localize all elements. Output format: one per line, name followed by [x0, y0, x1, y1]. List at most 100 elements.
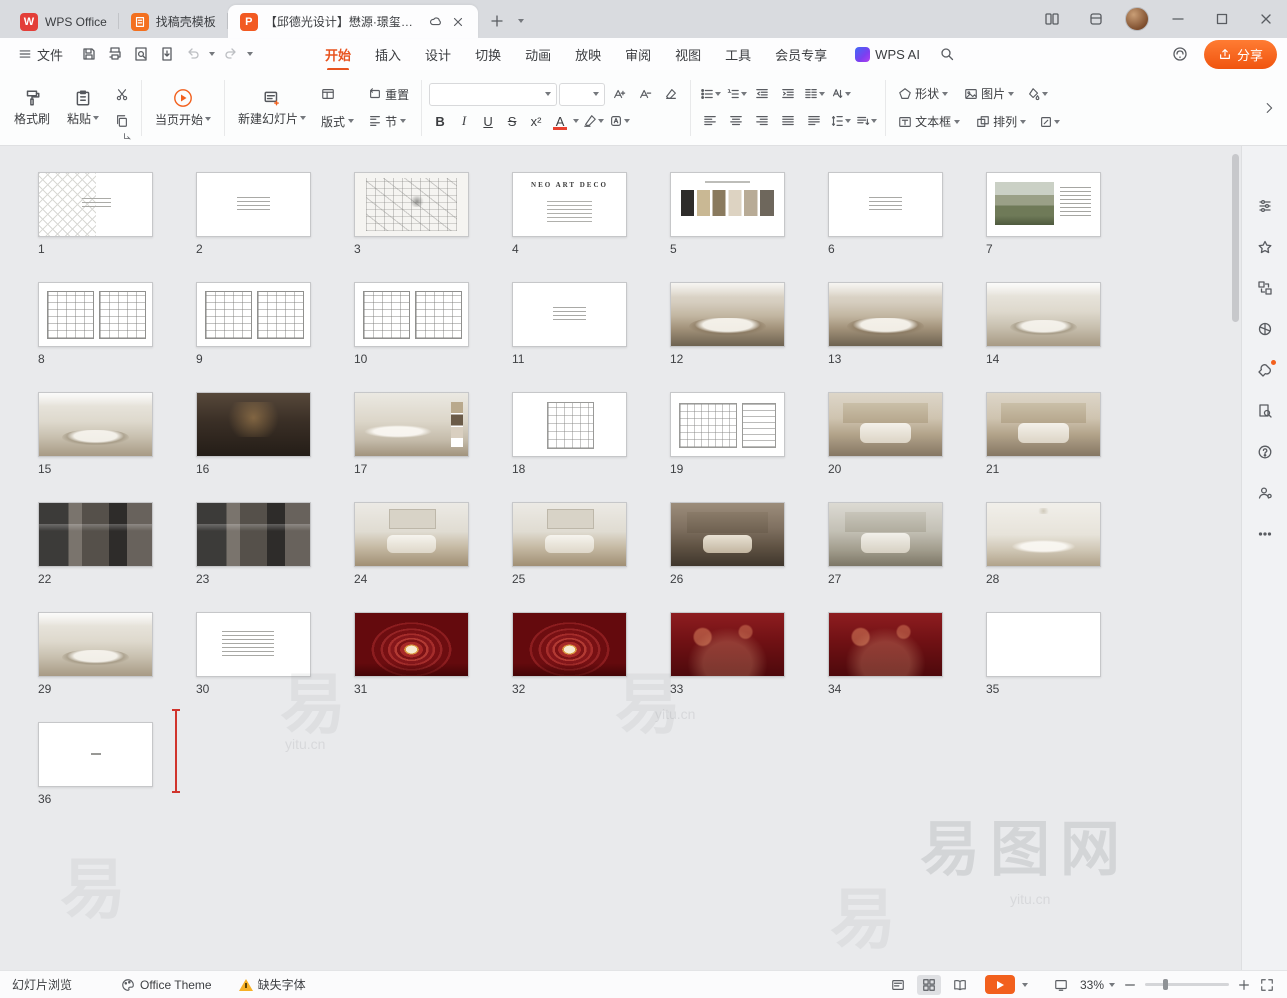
slide-cell[interactable]: 15: [38, 392, 153, 476]
slide-thumbnail[interactable]: [512, 392, 627, 457]
slide-cell[interactable]: 20: [828, 392, 943, 476]
slide-thumbnail[interactable]: [670, 172, 785, 237]
slide-thumbnail[interactable]: [196, 282, 311, 347]
textbox-button[interactable]: 文本框: [893, 110, 965, 134]
smart-tools-icon[interactable]: [1251, 358, 1279, 382]
close-tab-icon[interactable]: [450, 14, 466, 30]
theme-indicator[interactable]: Office Theme: [121, 978, 212, 992]
slide-sorter-canvas[interactable]: 123NEO ART DECO4567891011121314151617181…: [0, 146, 1241, 970]
paste-button[interactable]: 粘贴: [60, 78, 106, 138]
slide-thumbnail[interactable]: [38, 612, 153, 677]
cut-button[interactable]: [110, 83, 134, 106]
tab-slideshow[interactable]: 放映: [565, 40, 611, 69]
slide-thumbnail[interactable]: [354, 172, 469, 237]
slide-thumbnail[interactable]: [670, 282, 785, 347]
slide-thumbnail[interactable]: [354, 392, 469, 457]
new-tab-button[interactable]: [484, 8, 510, 34]
workspace-icon[interactable]: [1081, 4, 1111, 34]
help-icon[interactable]: [1251, 440, 1279, 464]
slide-cell[interactable]: 23: [196, 502, 311, 586]
justify-button[interactable]: [776, 110, 800, 133]
slide-cell[interactable]: 33: [670, 612, 785, 696]
zoom-in-button[interactable]: [1236, 977, 1252, 993]
tab-animations[interactable]: 动画: [515, 40, 561, 69]
slide-cell[interactable]: 25: [512, 502, 627, 586]
slide-thumbnail[interactable]: [986, 172, 1101, 237]
close-window-button[interactable]: [1251, 4, 1281, 34]
slide-layout-icon-button[interactable]: [316, 82, 359, 106]
increase-indent-button[interactable]: [776, 83, 800, 106]
new-slide-button[interactable]: 新建幻灯片: [232, 78, 312, 138]
slide-thumbnail[interactable]: [986, 392, 1101, 457]
slide-thumbnail[interactable]: [38, 502, 153, 567]
align-center-button[interactable]: [724, 110, 748, 133]
slide-thumbnail[interactable]: [670, 612, 785, 677]
slide-cell[interactable]: 10: [354, 282, 469, 366]
slide-thumbnail[interactable]: [670, 502, 785, 567]
redo-button[interactable]: [219, 42, 243, 66]
slide-thumbnail[interactable]: [354, 612, 469, 677]
maximize-button[interactable]: [1207, 4, 1237, 34]
font-color-button[interactable]: A: [549, 110, 571, 133]
vertical-scrollbar[interactable]: [1230, 148, 1240, 968]
zoom-out-button[interactable]: [1122, 977, 1138, 993]
play-from-current-button[interactable]: 当页开始: [149, 78, 217, 138]
slide-cell[interactable]: 21: [986, 392, 1101, 476]
ribbon-expand-button[interactable]: [1259, 88, 1279, 128]
superscript-button[interactable]: x²: [525, 110, 547, 133]
slide-cell[interactable]: 35: [986, 612, 1101, 696]
slide-thumbnail[interactable]: [512, 612, 627, 677]
strikethrough-button[interactable]: S: [501, 110, 523, 133]
slide-cell[interactable]: NEO ART DECO4: [512, 172, 627, 256]
slide-cell[interactable]: 18: [512, 392, 627, 476]
slide-thumbnail[interactable]: [196, 502, 311, 567]
wps-ai-button[interactable]: WPS AI: [847, 43, 928, 66]
slide-thumbnail[interactable]: [196, 172, 311, 237]
reset-button[interactable]: 重置: [363, 82, 414, 106]
slide-cell[interactable]: 8: [38, 282, 153, 366]
tab-tools[interactable]: 工具: [715, 40, 761, 69]
normal-view-button[interactable]: [886, 975, 910, 995]
slide-cell[interactable]: 32: [512, 612, 627, 696]
slide-thumbnail[interactable]: [828, 612, 943, 677]
slide-cell[interactable]: 22: [38, 502, 153, 586]
document-tab-template[interactable]: 找稿壳模板: [119, 5, 228, 38]
slide-thumbnail[interactable]: [986, 612, 1101, 677]
section-button[interactable]: 节: [363, 109, 414, 133]
slide-thumbnail[interactable]: [828, 392, 943, 457]
bold-button[interactable]: B: [429, 110, 451, 133]
slideshow-play-button[interactable]: [985, 975, 1015, 994]
slide-cell[interactable]: 26: [670, 502, 785, 586]
underline-button[interactable]: U: [477, 110, 499, 133]
file-menu-button[interactable]: 文件: [10, 41, 71, 68]
text-direction-button[interactable]: [828, 83, 852, 106]
slide-cell[interactable]: 2: [196, 172, 311, 256]
tab-design[interactable]: 设计: [415, 40, 461, 69]
tab-insert[interactable]: 插入: [365, 40, 411, 69]
font-color-dropdown[interactable]: [573, 119, 579, 123]
slide-thumbnail[interactable]: [828, 282, 943, 347]
missing-fonts-warning[interactable]: 缺失字体: [239, 976, 306, 993]
slide-cell[interactable]: 36: [38, 722, 153, 806]
numbering-button[interactable]: [724, 83, 748, 106]
slide-cell[interactable]: 17: [354, 392, 469, 476]
slide-thumbnail[interactable]: [986, 282, 1101, 347]
slide-thumbnail[interactable]: [38, 722, 153, 787]
slide-sorter-view-button[interactable]: [917, 975, 941, 995]
shrink-font-button[interactable]: [633, 83, 657, 106]
picture-button[interactable]: 图片: [959, 82, 1019, 106]
user-avatar[interactable]: [1125, 7, 1149, 31]
slide-cell[interactable]: 7: [986, 172, 1101, 256]
slide-cell[interactable]: 9: [196, 282, 311, 366]
highlight-button[interactable]: [581, 110, 605, 133]
slide-cell[interactable]: 3: [354, 172, 469, 256]
color-scheme-icon[interactable]: [1251, 317, 1279, 341]
fit-slide-button[interactable]: [1049, 975, 1073, 995]
tab-transitions[interactable]: 切换: [465, 40, 511, 69]
slide-cell[interactable]: 13: [828, 282, 943, 366]
format-painter-button[interactable]: 格式刷: [8, 78, 56, 138]
tab-review[interactable]: 审阅: [615, 40, 661, 69]
save-button[interactable]: [77, 42, 101, 66]
tab-view[interactable]: 视图: [665, 40, 711, 69]
slide-thumbnail[interactable]: [512, 282, 627, 347]
